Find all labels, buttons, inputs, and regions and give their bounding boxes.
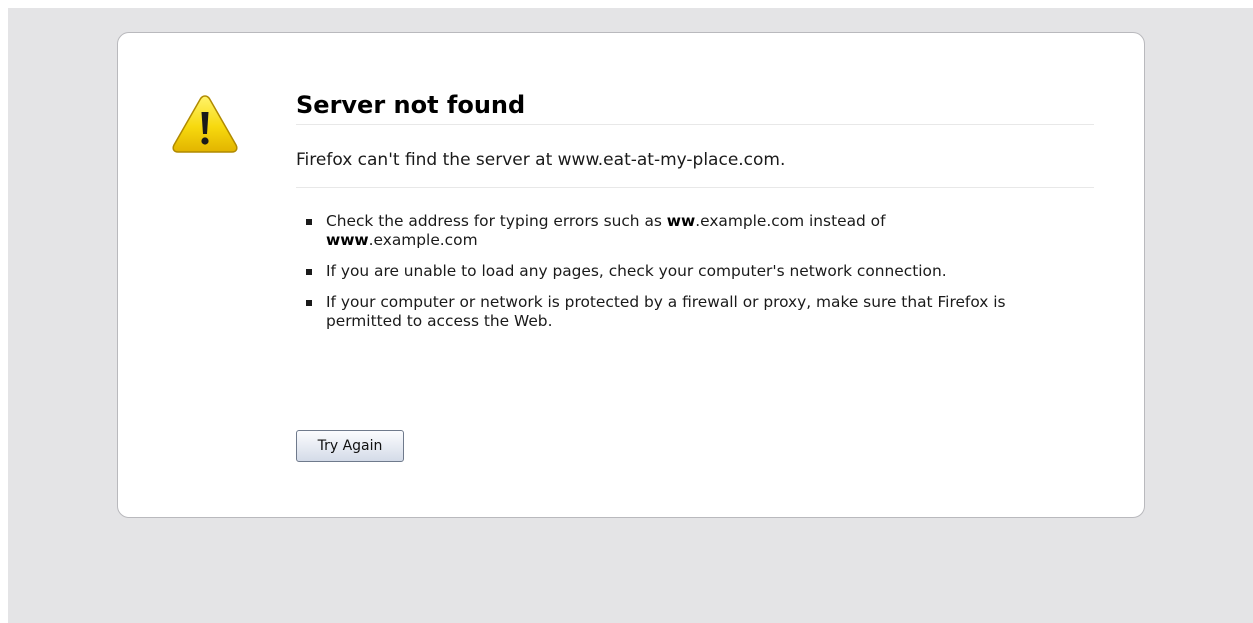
warning-icon — [172, 95, 238, 153]
troubleshooting-tip: If you are unable to load any pages, che… — [296, 262, 1036, 281]
tip-emphasis: ww — [666, 212, 696, 230]
error-content: Server not found Firefox can't find the … — [296, 88, 1094, 462]
bullet-icon — [306, 300, 312, 306]
tip-text: Check the address for typing errors such… — [326, 212, 667, 230]
troubleshooting-tip: If your computer or network is protected… — [296, 293, 1036, 331]
error-short-description: Firefox can't find the server at www.eat… — [296, 149, 1094, 188]
troubleshooting-list: Check the address for typing errors such… — [296, 212, 1036, 331]
bullet-icon — [306, 219, 312, 225]
error-page-background: Server not found Firefox can't find the … — [8, 8, 1253, 623]
tip-emphasis: www — [326, 231, 369, 249]
error-title: Server not found — [296, 88, 1094, 125]
error-card: Server not found Firefox can't find the … — [117, 32, 1145, 518]
troubleshooting-tip: Check the address for typing errors such… — [296, 212, 1036, 250]
tip-text: .example.com — [368, 231, 478, 249]
tip-text: If your computer or network is protected… — [326, 293, 1006, 330]
tip-text: If you are unable to load any pages, che… — [326, 262, 947, 280]
tip-text: .example.com instead of — [695, 212, 886, 230]
bullet-icon — [306, 269, 312, 275]
try-again-button[interactable]: Try Again — [296, 430, 404, 462]
